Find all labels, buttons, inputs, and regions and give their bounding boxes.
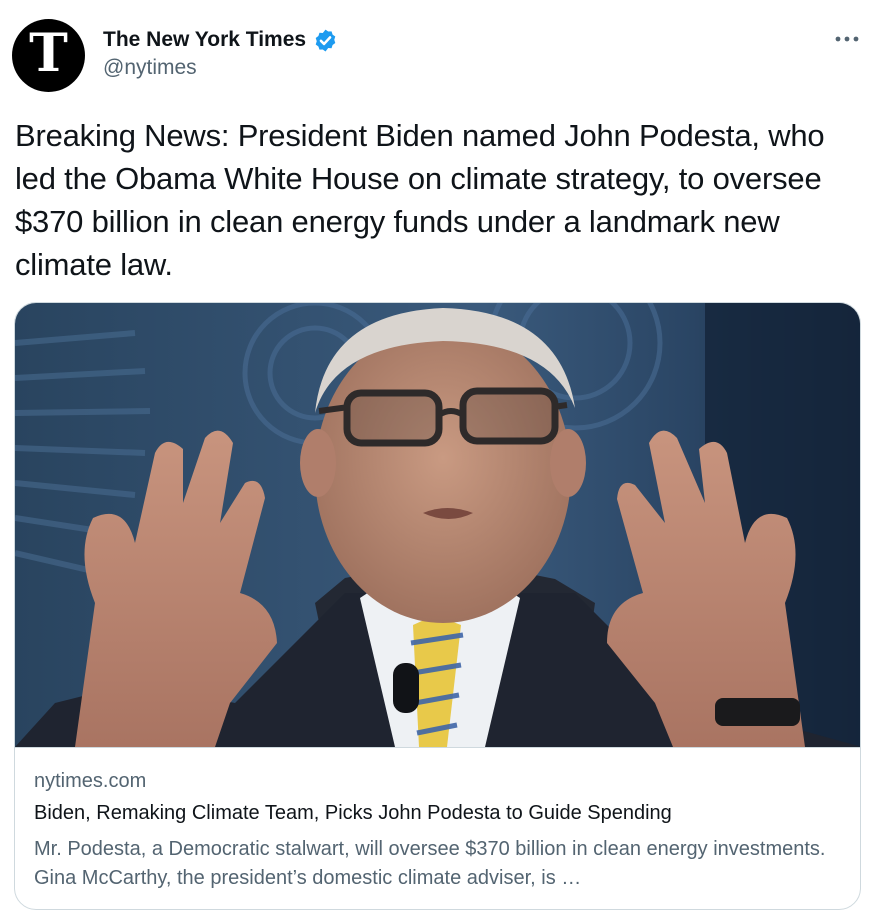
link-card[interactable]: nytimes.com Biden, Remaking Climate Team… [14,302,861,910]
card-image[interactable] [15,303,861,748]
author-name-row: The New York Times [103,26,338,54]
tweet: T The New York Times @nytimes Breaking N… [0,0,878,924]
nyt-logo-icon: T [29,22,68,84]
more-options-button[interactable] [830,24,864,54]
avatar[interactable]: T [12,19,85,92]
verified-badge-icon [315,29,336,51]
card-domain: nytimes.com [34,770,147,792]
more-horizontal-icon [835,36,859,42]
author-name[interactable]: The New York Times [103,28,306,52]
tweet-text: Breaking News: President Biden named Joh… [15,118,825,282]
card-title[interactable]: Biden, Remaking Climate Team, Picks John… [34,802,672,825]
author-handle[interactable]: @nytimes [103,56,197,80]
card-description: Mr. Podesta, a Democratic stalwart, will… [34,838,826,889]
